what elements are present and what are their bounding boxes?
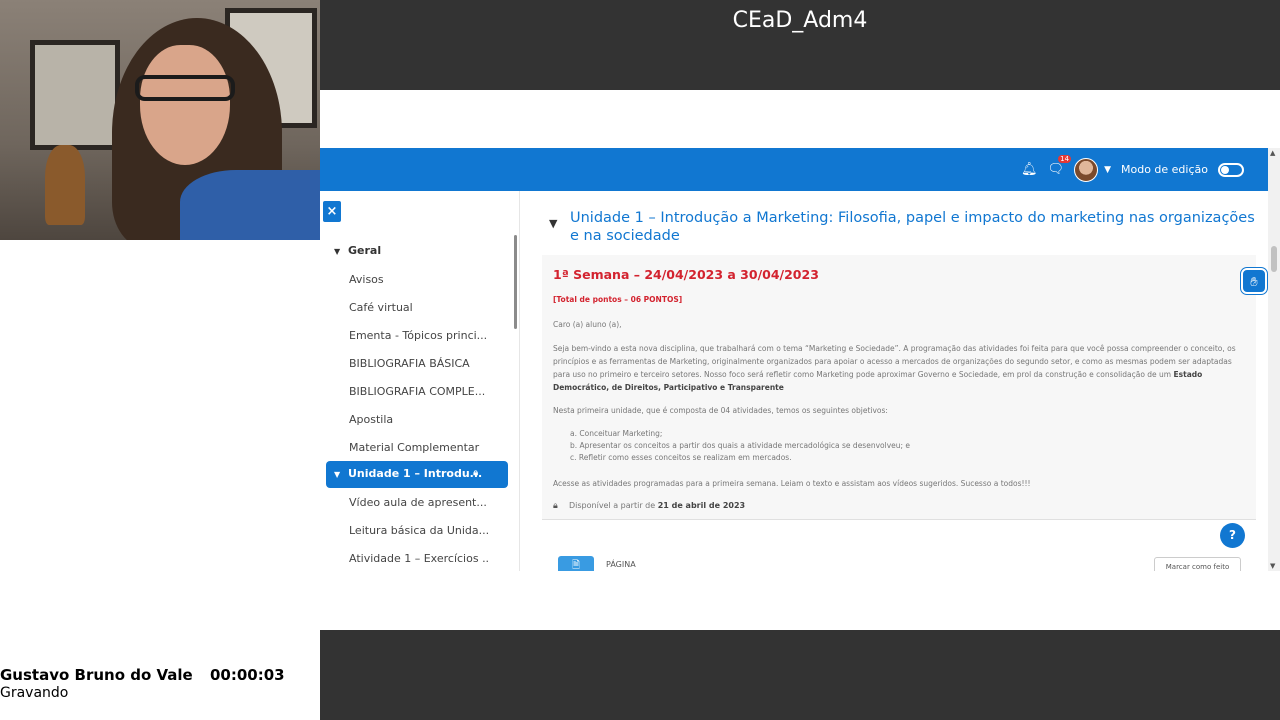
chevron-down-icon[interactable]: ▼	[549, 217, 557, 230]
close-drawer-button[interactable]: ×	[323, 201, 341, 222]
user-avatar[interactable]	[1074, 157, 1099, 182]
course-index-item[interactable]: BIBLIOGRAFIA COMPLE...	[349, 385, 489, 398]
course-index-item[interactable]: BIBLIOGRAFIA BÁSICA	[349, 357, 489, 370]
intro-paragraph: Seja bem-vindo a esta nova disciplina, q…	[553, 342, 1248, 394]
unit-summary-card: 1ª Semana – 24/04/2023 a 30/04/2023 [Tot…	[542, 255, 1256, 520]
person-glasses	[135, 75, 235, 101]
bell-icon[interactable]: 🔔︎	[1021, 162, 1038, 177]
scroll-up-icon[interactable]: ▲	[1270, 149, 1275, 157]
presenter-webcam	[0, 0, 320, 240]
top-bar: CEaD_Adm4	[320, 0, 1280, 90]
objectives-intro: Nesta primeira unidade, que é composta d…	[553, 406, 888, 415]
lms-navbar: 🔔︎ 🗨︎ 14 ▼ Modo de edição	[320, 148, 1268, 191]
scrollbar-thumb[interactable]	[1271, 246, 1277, 272]
course-index-item[interactable]: Café virtual	[349, 301, 489, 314]
mark-as-done-button[interactable]: Marcar como feito	[1154, 557, 1241, 571]
course-index-drawer: × ▼ Geral Avisos Café virtual Ementa - Tó…	[320, 191, 520, 571]
recording-timer: 00:00:03	[210, 666, 285, 684]
bottom-bar	[320, 630, 1280, 720]
course-index-item[interactable]: Material Complementar	[349, 441, 489, 454]
recording-status: Gravando	[0, 685, 69, 701]
intro-text: Seja bem-vindo a esta nova disciplina, q…	[553, 344, 1236, 379]
shared-screen: 🔔︎ 🗨︎ 14 ▼ Modo de edição × ▼ Geral Avisos…	[320, 148, 1280, 571]
unit-title[interactable]: Unidade 1 – Introdução a Marketing: Filo…	[570, 209, 1260, 245]
wall-picture	[30, 40, 120, 150]
course-index-item[interactable]: Ementa - Tópicos princi...	[349, 329, 489, 342]
course-index-subitem[interactable]: Atividade 1 – Exercícios ...	[349, 552, 489, 565]
availability-restriction: 🔒︎ Disponível a partir de 21 de abril de …	[553, 501, 745, 511]
chevron-down-icon: ▼	[334, 470, 341, 479]
edit-mode-label: Modo de edição	[1120, 163, 1208, 176]
course-index-subitem[interactable]: Leitura básica da Unida...	[349, 524, 489, 537]
week-title: 1ª Semana – 24/04/2023 a 30/04/2023	[553, 267, 819, 282]
course-index-item[interactable]: Avisos	[349, 273, 489, 286]
lock-icon: 🔒︎	[473, 468, 478, 478]
section-label: Geral	[348, 244, 382, 257]
video-call-window: Gustavo Bruno do Vale 00:00:03 Gravando …	[0, 0, 1280, 720]
availability-date: 21 de abril de 2023	[657, 501, 746, 510]
chevron-down-icon: ▼	[334, 247, 341, 256]
person-face	[140, 45, 230, 165]
lamp	[45, 145, 85, 225]
closing-text: Acesse as atividades programadas para a …	[553, 479, 1031, 488]
help-button[interactable]: ?	[1220, 523, 1245, 548]
chat-icon[interactable]: 🗨︎ 14	[1048, 155, 1072, 177]
lock-icon: 🔒︎	[553, 501, 558, 511]
course-index-active-section[interactable]: ▼ Unidade 1 – Introdu... 🔒︎	[326, 461, 508, 488]
edit-mode-toggle[interactable]	[1218, 162, 1244, 177]
messages-badge: 14	[1058, 155, 1072, 163]
objective-item: c. Refletir como esses conceitos se real…	[570, 453, 792, 462]
points-total: [Total de pontos – 06 PONTOS]	[553, 295, 683, 304]
accessibility-icon[interactable]: ✋︎	[1241, 268, 1267, 294]
chevron-down-icon[interactable]: ▼	[1104, 165, 1111, 175]
objective-item: a. Conceituar Marketing;	[570, 429, 663, 438]
drawer-scrollbar[interactable]	[514, 235, 517, 329]
person-shirt	[180, 170, 320, 240]
activity-type-label: PÁGINA	[606, 560, 636, 569]
presenter-name: Gustavo Bruno do Vale	[0, 666, 193, 684]
course-index-item[interactable]: Apostila	[349, 413, 489, 426]
objective-item: b. Apresentar os conceitos a partir dos …	[570, 441, 911, 450]
greeting-text: Caro (a) aluno (a),	[553, 320, 622, 329]
room-title: CEaD_Adm4	[732, 8, 868, 33]
navbar-actions: 🔔︎ 🗨︎ 14 ▼ Modo de edição	[1021, 148, 1244, 191]
availability-prefix: Disponível a partir de	[569, 501, 656, 510]
page-icon: 🗎︎	[558, 556, 594, 571]
course-index-subitem[interactable]: Vídeo aula de apresent...	[349, 496, 489, 509]
active-section-label: Unidade 1 – Introdu...	[348, 467, 483, 480]
page-scrollbar[interactable]: ▲ ▼	[1268, 148, 1280, 571]
scroll-down-icon[interactable]: ▼	[1270, 562, 1275, 570]
section-geral[interactable]: ▼ Geral	[334, 244, 381, 257]
course-content: ▼ Unidade 1 – Introdução a Marketing: Fi…	[542, 191, 1258, 571]
